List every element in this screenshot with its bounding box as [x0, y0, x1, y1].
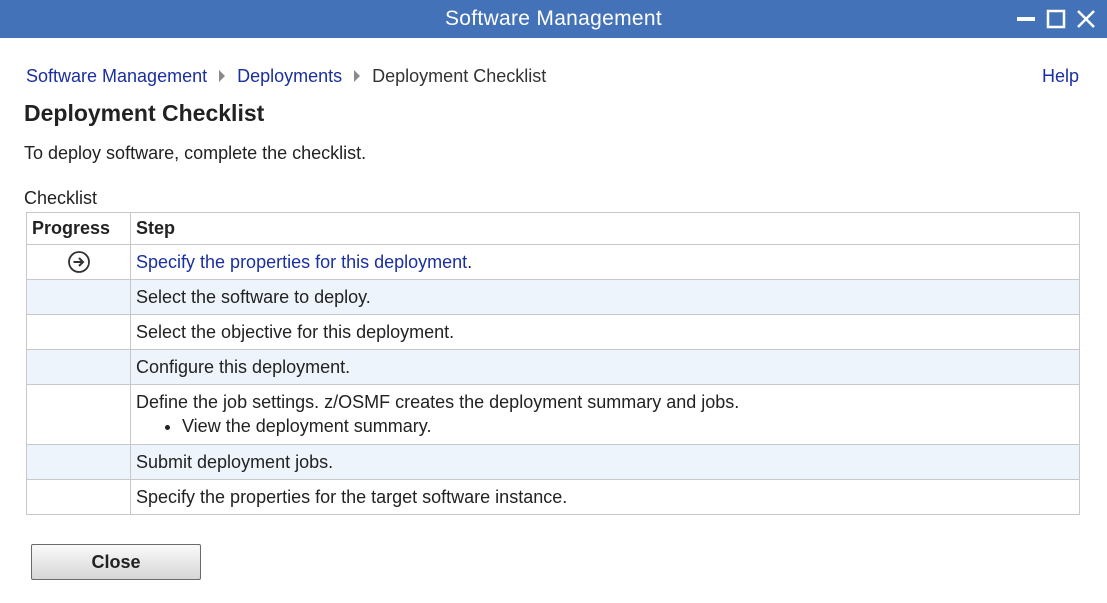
- arrow-circle-right-icon: [67, 251, 91, 273]
- step-cell: Configure this deployment.: [130, 349, 1080, 385]
- page-title: Deployment Checklist: [24, 100, 265, 126]
- step-sub-item: View the deployment summary.: [182, 415, 1074, 437]
- page-intro: To deploy software, complete the checkli…: [24, 143, 367, 163]
- close-button[interactable]: Close: [31, 544, 201, 580]
- table-header-row: Progress Step: [26, 212, 1080, 245]
- window-controls: [1015, 7, 1097, 31]
- table-row: Select the objective for this deployment…: [26, 314, 1080, 350]
- checklist-caption: Checklist: [24, 188, 98, 208]
- close-icon[interactable]: [1075, 8, 1097, 30]
- table-row: Select the software to deploy.: [26, 279, 1080, 315]
- table-row: Configure this deployment.: [26, 349, 1080, 385]
- column-header-progress: Progress: [26, 212, 131, 245]
- table-row: Define the job settings. z/OSMF creates …: [26, 384, 1080, 445]
- progress-cell: [26, 384, 131, 445]
- table-row: Specify the properties for the target so…: [26, 479, 1080, 515]
- step-cell: Specify the properties for this deployme…: [130, 244, 1080, 280]
- step-cell: Select the objective for this deployment…: [130, 314, 1080, 350]
- breadcrumb-software-management[interactable]: Software Management: [26, 66, 207, 87]
- step-suffix: .: [467, 251, 473, 272]
- window-title: Software Management: [445, 7, 662, 30]
- progress-cell: [26, 244, 131, 280]
- step-link-specify-properties[interactable]: Specify the properties for this deployme…: [136, 252, 467, 272]
- maximize-icon[interactable]: [1045, 8, 1067, 30]
- step-text: Define the job settings. z/OSMF creates …: [136, 392, 740, 412]
- progress-cell: [26, 349, 131, 385]
- breadcrumb-separator-icon: [219, 70, 226, 82]
- minimize-icon[interactable]: [1015, 8, 1037, 30]
- step-cell: Define the job settings. z/OSMF creates …: [130, 384, 1080, 445]
- breadcrumb: Software Management Deployments Deployme…: [26, 64, 546, 88]
- step-cell: Select the software to deploy.: [130, 279, 1080, 315]
- step-sub-list: View the deployment summary.: [136, 415, 1074, 437]
- progress-cell: [26, 314, 131, 350]
- checklist-table: Progress Step Specify the properties for…: [26, 212, 1080, 515]
- breadcrumb-separator-icon: [354, 70, 361, 82]
- step-cell: Submit deployment jobs.: [130, 444, 1080, 480]
- progress-cell: [26, 479, 131, 515]
- breadcrumb-deployments[interactable]: Deployments: [237, 66, 342, 87]
- step-cell: Specify the properties for the target so…: [130, 479, 1080, 515]
- table-row: Specify the properties for this deployme…: [26, 244, 1080, 280]
- column-header-step: Step: [130, 212, 1080, 245]
- help-link[interactable]: Help: [1042, 64, 1079, 88]
- breadcrumb-current: Deployment Checklist: [372, 65, 547, 86]
- progress-cell: [26, 279, 131, 315]
- table-row: Submit deployment jobs.: [26, 444, 1080, 480]
- progress-cell: [26, 444, 131, 480]
- title-bar: Software Management: [0, 0, 1107, 38]
